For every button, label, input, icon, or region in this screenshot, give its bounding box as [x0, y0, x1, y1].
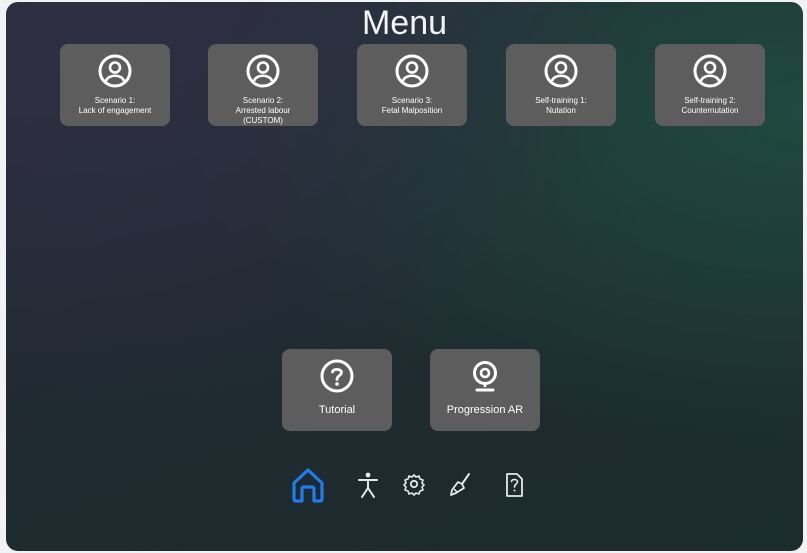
tutorial-label: Tutorial — [318, 404, 356, 416]
nav-home[interactable] — [290, 464, 326, 504]
nav-settings[interactable] — [396, 464, 432, 504]
question-circle-icon — [320, 359, 354, 393]
self-training-1-label: Self-training 1: Nutation — [535, 96, 587, 115]
user-circle-icon — [98, 54, 132, 88]
scenario-1-label: Scenario 1: Lack of engagement — [78, 96, 152, 115]
scenario-3-button[interactable]: Scenario 3: Fetal Malposition — [357, 44, 467, 126]
webcam-icon — [473, 361, 497, 392]
brush-icon — [450, 473, 470, 496]
home-icon — [292, 468, 324, 503]
bottom-nav — [290, 464, 530, 504]
progression-ar-button[interactable]: Progression AR — [430, 349, 540, 431]
self-training-2-button[interactable]: Self-training 2: Counternutation — [655, 44, 765, 126]
action-buttons: Tutorial Progression AR — [282, 349, 542, 431]
menu-panel: Menu Scenario 1: Lack of engagement Scen… — [6, 2, 803, 551]
user-circle-icon — [246, 54, 280, 88]
scenario-1-button[interactable]: Scenario 1: Lack of engagement — [60, 44, 170, 126]
user-circle-icon — [544, 54, 578, 88]
scenario-list: Scenario 1: Lack of engagement Scenario … — [60, 44, 765, 126]
accessibility-icon — [358, 472, 378, 498]
scenario-3-label: Scenario 3: Fetal Malposition — [381, 96, 443, 115]
nav-tools[interactable] — [442, 464, 478, 504]
self-training-1-button[interactable]: Self-training 1: Nutation — [506, 44, 616, 126]
scenario-2-button[interactable]: Scenario 2: Arrested labour (CUSTOM) — [208, 44, 318, 126]
scenario-2-label: Scenario 2: Arrested labour (CUSTOM) — [235, 96, 291, 125]
user-circle-icon — [395, 54, 429, 88]
gear-icon — [403, 474, 425, 496]
nav-accessibility[interactable] — [350, 464, 386, 504]
self-training-2-label: Self-training 2: Counternutation — [681, 96, 739, 115]
help-document-icon — [506, 473, 523, 497]
user-circle-icon — [693, 54, 727, 88]
nav-help[interactable] — [496, 464, 532, 504]
progression-ar-label: Progression AR — [446, 404, 524, 416]
page-title: Menu — [361, 4, 448, 42]
tutorial-button[interactable]: Tutorial — [282, 349, 392, 431]
